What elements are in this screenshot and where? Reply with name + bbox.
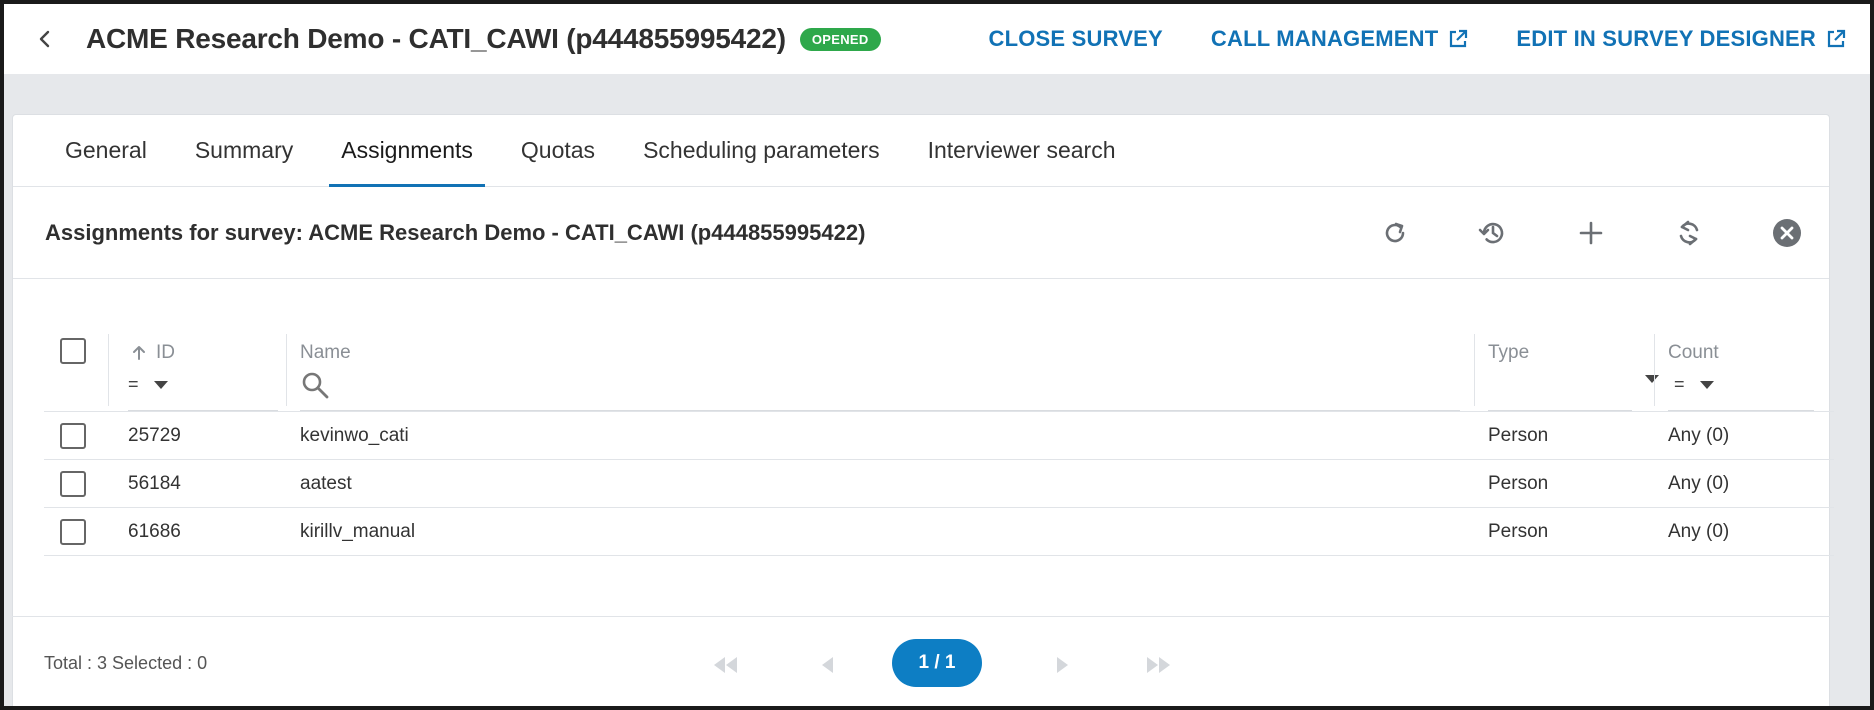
column-header-type[interactable]: Type xyxy=(1488,342,1529,364)
external-link-icon xyxy=(1827,29,1846,48)
table-footer: Total : 3 Selected : 0 1 / 1 xyxy=(12,616,1830,706)
column-header-name[interactable]: Name xyxy=(300,342,351,364)
tab-bar: General Summary Assignments Quotas Sched… xyxy=(13,115,1829,187)
app-frame: ACME Research Demo - CATI_CAWI (p4448559… xyxy=(0,0,1874,710)
id-filter-operator[interactable]: = xyxy=(128,374,169,395)
last-page-icon xyxy=(1147,657,1170,673)
top-header: ACME Research Demo - CATI_CAWI (p4448559… xyxy=(4,4,1870,74)
close-button[interactable] xyxy=(1769,215,1805,251)
row-count: Any (0) xyxy=(1668,425,1730,446)
table-row[interactable]: 61686 kirillv_manual Person Any (0) xyxy=(44,508,1834,556)
header-actions: CLOSE SURVEY CALL MANAGEMENT EDIT IN SUR… xyxy=(989,4,1846,74)
edit-in-designer-link[interactable]: EDIT IN SURVEY DESIGNER xyxy=(1516,26,1846,52)
table-header: ID = Name Type Count = xyxy=(44,304,1834,412)
assignments-table: ID = Name Type Count = 25729 kevinwo_cat… xyxy=(44,304,1834,556)
back-button[interactable] xyxy=(28,22,62,56)
count-filter-underline xyxy=(1668,410,1814,411)
row-count: Any (0) xyxy=(1668,473,1730,494)
search-icon xyxy=(302,372,329,399)
first-page-button[interactable] xyxy=(710,651,740,679)
count-filter-operator[interactable]: = xyxy=(1674,374,1715,395)
row-name: aatest xyxy=(300,473,352,494)
add-button[interactable] xyxy=(1573,215,1609,251)
column-header-id-label: ID xyxy=(156,342,175,363)
row-count: Any (0) xyxy=(1668,521,1730,542)
row-name: kevinwo_cati xyxy=(300,425,409,446)
status-badge: OPENED xyxy=(799,27,881,51)
row-checkbox[interactable] xyxy=(60,423,86,449)
table-row[interactable]: 25729 kevinwo_cati Person Any (0) xyxy=(44,412,1834,460)
row-type: Person xyxy=(1488,425,1549,446)
chevron-down-icon xyxy=(1699,380,1714,389)
row-type: Person xyxy=(1488,521,1549,542)
column-divider xyxy=(1654,334,1655,406)
previous-page-button[interactable] xyxy=(812,651,842,679)
row-id: 56184 xyxy=(128,473,181,494)
row-checkbox[interactable] xyxy=(60,471,86,497)
table-row[interactable]: 56184 aatest Person Any (0) xyxy=(44,460,1834,508)
pagination: 1 / 1 xyxy=(12,617,1830,706)
refresh-button[interactable] xyxy=(1377,215,1413,251)
last-page-button[interactable] xyxy=(1144,651,1174,679)
history-icon xyxy=(1478,222,1504,244)
next-page-button[interactable] xyxy=(1048,651,1078,679)
call-management-link[interactable]: CALL MANAGEMENT xyxy=(1211,26,1468,52)
chevron-down-icon xyxy=(153,380,168,389)
close-circle-icon xyxy=(1773,219,1801,247)
type-filter-select[interactable] xyxy=(1644,374,1660,384)
id-filter-operator-value: = xyxy=(128,374,139,394)
column-header-count[interactable]: Count xyxy=(1668,342,1719,364)
select-all-checkbox[interactable] xyxy=(60,338,86,364)
refresh-icon xyxy=(1385,222,1405,243)
row-name: kirillv_manual xyxy=(300,521,416,542)
sync-icon xyxy=(1679,220,1699,246)
toolbar xyxy=(1377,187,1805,279)
edit-in-designer-label: EDIT IN SURVEY DESIGNER xyxy=(1516,26,1816,51)
tab-quotas[interactable]: Quotas xyxy=(509,115,607,186)
call-management-label: CALL MANAGEMENT xyxy=(1210,26,1439,51)
tab-assignments[interactable]: Assignments xyxy=(329,115,485,187)
column-header-id[interactable]: ID xyxy=(132,342,175,364)
column-divider xyxy=(108,334,109,406)
id-filter-underline xyxy=(128,410,278,411)
close-survey-label: CLOSE SURVEY xyxy=(988,26,1163,51)
row-checkbox[interactable] xyxy=(60,519,86,545)
row-id: 61686 xyxy=(128,521,181,542)
first-page-icon xyxy=(714,657,737,673)
row-id: 25729 xyxy=(128,425,181,446)
section-header: Assignments for survey: ACME Research De… xyxy=(13,187,1829,279)
tab-interviewer-search[interactable]: Interviewer search xyxy=(916,115,1128,186)
current-page-indicator[interactable]: 1 / 1 xyxy=(892,639,982,687)
type-filter-underline xyxy=(1488,410,1632,411)
column-divider xyxy=(286,334,287,406)
history-button[interactable] xyxy=(1475,215,1511,251)
tab-general[interactable]: General xyxy=(53,115,159,186)
external-link-icon xyxy=(1450,29,1468,48)
chevron-left-icon xyxy=(822,657,833,673)
sync-button[interactable] xyxy=(1671,215,1707,251)
plus-icon xyxy=(1579,221,1603,245)
tab-summary[interactable]: Summary xyxy=(183,115,305,186)
name-filter-input[interactable] xyxy=(300,370,330,400)
close-survey-button[interactable]: CLOSE SURVEY xyxy=(989,26,1163,52)
section-title: Assignments for survey: ACME Research De… xyxy=(45,219,866,245)
count-filter-operator-value: = xyxy=(1674,374,1685,394)
name-filter-underline xyxy=(300,410,1460,411)
row-type: Person xyxy=(1488,473,1549,494)
chevron-down-icon xyxy=(1645,375,1659,383)
tab-scheduling-parameters[interactable]: Scheduling parameters xyxy=(631,115,892,186)
sort-ascending-icon xyxy=(133,346,145,360)
chevron-left-icon xyxy=(39,30,50,48)
page-title: ACME Research Demo - CATI_CAWI (p4448559… xyxy=(86,23,786,54)
chevron-right-icon xyxy=(1057,657,1068,673)
column-divider xyxy=(1474,334,1475,406)
